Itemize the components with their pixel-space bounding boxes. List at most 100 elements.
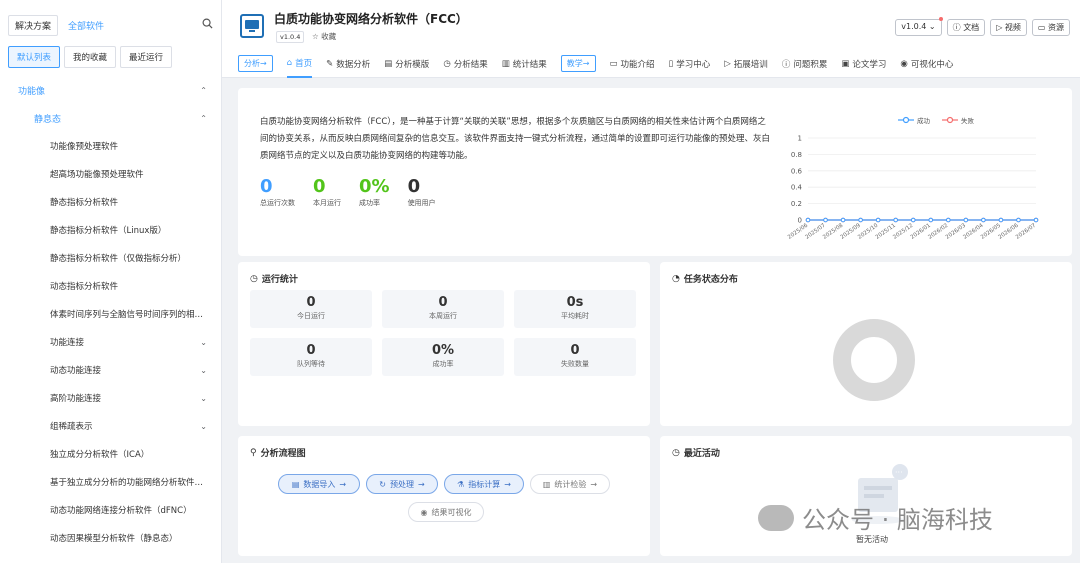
header: 白质功能协变网络分析软件（FCC） v1.0.4 ☆ 收藏 v1.0.4 ⌄ ⓘ… xyxy=(222,0,1080,50)
chevron-down-icon: ⌄ xyxy=(200,393,207,403)
run-stat-label: 失败数量 xyxy=(561,360,589,368)
arrow-right-icon: → xyxy=(418,479,425,489)
intro-card: 白质功能协变网络分析软件（FCC），是一种基于计算“关联的关联”思想，根据多个灰… xyxy=(238,88,1072,256)
step-label: 结果可视化 xyxy=(431,507,472,517)
run-stat-cell: 0 队列等待 xyxy=(250,338,372,376)
sidebar-item[interactable]: 功能连接 ⌄ xyxy=(0,328,221,356)
sidebar-item[interactable]: 基于独立成分分析的功能网络分析软件… xyxy=(0,468,221,496)
header-actions: v1.0.4 ⌄ ⓘ 文档 ▷ 视频 ▭ 资源 xyxy=(895,17,1070,36)
run-stat-label: 今日运行 xyxy=(297,312,325,320)
subtab-recent[interactable]: 最近运行 xyxy=(120,46,173,68)
video-icon: ▷ xyxy=(724,58,731,69)
data-point xyxy=(875,217,881,223)
chevron-up-icon: ⌃ xyxy=(200,85,207,95)
tab-home[interactable]: ⌂ 首页 xyxy=(286,50,313,78)
sidebar-item[interactable]: 功能像预处理软件 xyxy=(0,132,221,160)
svg-text:···: ··· xyxy=(895,468,903,477)
sidebar-item[interactable]: 动态功能连接 ⌄ xyxy=(0,356,221,384)
teaching-pill[interactable]: 教学→ xyxy=(560,55,596,72)
flow-step-metrics[interactable]: ⚗ 指标计算 → xyxy=(444,474,524,494)
status-distribution-card: ◔ 任务状态分布 xyxy=(660,262,1072,426)
y-tick-label: 0.8 xyxy=(791,151,802,159)
chart-icon: ▥ xyxy=(542,479,551,489)
sidebar-item[interactable]: 静态指标分析软件（仅做指标分析） xyxy=(0,244,221,272)
intro-description: 白质功能协变网络分析软件（FCC），是一种基于计算“关联的关联”思想，根据多个灰… xyxy=(260,117,771,161)
resources-label: 资源 xyxy=(1048,23,1064,32)
title-label: 任务状态分布 xyxy=(683,275,738,285)
book-open-icon: ▣ xyxy=(841,58,850,69)
tab-solutions[interactable]: 解决方案 xyxy=(8,14,59,36)
docs-button[interactable]: ⓘ 文档 xyxy=(946,19,986,36)
subtab-favorites[interactable]: 我的收藏 xyxy=(64,46,117,68)
tab-label: 可视化中心 xyxy=(910,59,954,70)
run-stat-cell: 0 本周运行 xyxy=(382,290,504,328)
tab-learning[interactable]: ▯ 学习中心 xyxy=(669,50,711,78)
flow-step-stats[interactable]: ▥ 统计检验 → xyxy=(530,474,610,494)
sidebar-item[interactable]: 动态功能网络连接分析软件（dFNC） xyxy=(0,496,221,524)
sidebar-item[interactable]: 高阶功能连接 ⌄ xyxy=(0,384,221,412)
tab-visualization[interactable]: ◉ 可视化中心 xyxy=(900,50,953,78)
stat-value: 0 xyxy=(313,176,326,197)
menu-group-functional[interactable]: 功能像 ⌃ xyxy=(0,76,221,104)
step-label: 预处理 xyxy=(390,479,414,489)
sidebar-item-label: 动态功能网络连接分析软件（dFNC） xyxy=(50,506,192,516)
sidebar-item[interactable]: 动态因果模型分析软件（静息态） xyxy=(0,524,221,552)
legend-label: 成功 xyxy=(917,116,931,125)
search-icon[interactable] xyxy=(202,18,213,32)
tab-issues[interactable]: ⓘ 问题积累 xyxy=(782,50,828,78)
status-donut-chart xyxy=(833,319,915,401)
stat-value: 0 xyxy=(407,176,421,197)
stat-label: 总运行次数 xyxy=(260,199,295,207)
app-logo-icon xyxy=(240,14,264,38)
legend-marker xyxy=(946,116,954,124)
docs-label: 文档 xyxy=(963,23,980,32)
tab-data-analysis[interactable]: ✎ 数据分析 xyxy=(326,50,370,78)
step-label: 指标计算 xyxy=(468,479,501,489)
sidebar-item-label: 组稀疏表示 xyxy=(50,422,93,432)
tab-results[interactable]: ◷ 分析结果 xyxy=(443,50,487,78)
sidebar-item[interactable]: 静态指标分析软件（Linux版） xyxy=(0,216,221,244)
tab-statistics[interactable]: ▥ 统计结果 xyxy=(502,50,547,78)
sidebar-item[interactable]: 独立成分分析软件（ICA） xyxy=(0,440,221,468)
data-point xyxy=(998,217,1004,223)
stat-value: 0 xyxy=(260,176,273,197)
data-point xyxy=(981,217,986,223)
sidebar-item[interactable]: 动态指标分析软件 xyxy=(0,272,221,300)
tab-training[interactable]: ▷ 拓展培训 xyxy=(724,50,768,78)
tab-papers[interactable]: ▣ 论文学习 xyxy=(841,50,886,78)
video-button[interactable]: ▷ 视频 xyxy=(990,19,1027,36)
database-icon: ▤ xyxy=(291,479,300,489)
tab-label: 统计结果 xyxy=(512,59,547,70)
sidebar-item-label: 超高场功能像预处理软件 xyxy=(50,170,144,180)
tab-intro[interactable]: ▭ 功能介绍 xyxy=(610,50,655,78)
run-stat-value: 0s xyxy=(566,295,584,310)
menu-subgroup-resting[interactable]: 静息态 ⌃ xyxy=(0,104,221,132)
tab-label: 分析结果 xyxy=(453,59,488,70)
analysis-pill[interactable]: 分析→ xyxy=(238,55,273,72)
tab-all-software[interactable]: 全部软件 xyxy=(62,16,110,35)
donut-ring xyxy=(833,319,915,401)
sidebar-item[interactable]: 组稀疏表示 ⌄ xyxy=(0,412,221,440)
flow-step-import[interactable]: ▤ 数据导入 → xyxy=(278,474,360,494)
sidebar-item[interactable]: 超高场功能像预处理软件 xyxy=(0,160,221,188)
data-point xyxy=(1016,217,1021,223)
clock-icon: ◷ xyxy=(672,447,680,458)
flow-step-preprocess[interactable]: ↻ 预处理 → xyxy=(366,474,438,494)
tab-label: 功能介绍 xyxy=(620,59,655,70)
main-content: 白质功能协变网络分析软件（FCC），是一种基于计算“关联的关联”思想，根据多个灰… xyxy=(222,78,1080,563)
nav-bar: 分析→ ⌂ 首页 ✎ 数据分析 ▤ 分析模版 ◷ 分析结果 ▥ 统计结果 教学→ ▭ 功能介… xyxy=(222,50,1080,78)
subtab-default-list[interactable]: 默认列表 xyxy=(8,46,61,68)
sidebar-item[interactable]: 体素时间序列与全脑信号时间序列的相… xyxy=(0,300,221,328)
sidebar-item-label: 动态因果模型分析软件（静息态） xyxy=(50,534,178,544)
flow-step-visualize[interactable]: ◉ 结果可视化 xyxy=(408,502,484,522)
tab-templates[interactable]: ▤ 分析模版 xyxy=(384,50,429,78)
resources-button[interactable]: ▭ 资源 xyxy=(1031,19,1070,36)
y-tick-label: 0.6 xyxy=(791,167,803,175)
sidebar-subtabs: 默认列表 我的收藏 最近运行 xyxy=(0,46,221,68)
menu-group-label: 功能像 xyxy=(18,86,46,97)
favorite-button[interactable]: ☆ 收藏 xyxy=(312,31,336,42)
version-select[interactable]: v1.0.4 ⌄ xyxy=(895,17,943,36)
sidebar-item-label: 基于独立成分分析的功能网络分析软件… xyxy=(50,478,204,488)
version-tag: v1.0.4 xyxy=(276,31,305,43)
sidebar-item[interactable]: 静态指标分析软件 xyxy=(0,188,221,216)
